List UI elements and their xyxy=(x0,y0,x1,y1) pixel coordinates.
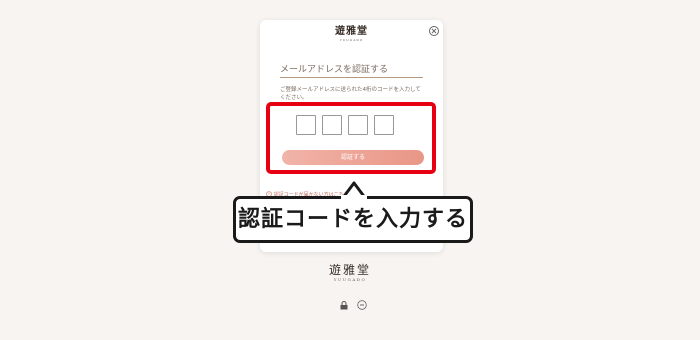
footer-logo-en: YUUGADO xyxy=(333,277,367,282)
callout-text: 認証コードを入力する xyxy=(237,207,468,232)
modal-description: ご登録メールアドレスに送られた4桁のコードを入力してください。 xyxy=(280,87,421,101)
modal-logo-jp: 遊雅堂 xyxy=(335,26,368,37)
age-18-icon xyxy=(357,300,367,310)
code-digit-4[interactable] xyxy=(374,115,394,135)
instruction-callout: 認証コードを入力する xyxy=(233,196,473,243)
verify-button[interactable]: 認証する xyxy=(282,150,424,165)
code-digit-3[interactable] xyxy=(348,115,368,135)
code-digit-1[interactable] xyxy=(296,115,316,135)
footer-logo: 遊雅堂 YUUGADO xyxy=(300,263,400,283)
footer-logo-jp: 遊雅堂 xyxy=(328,263,371,277)
footer-icons xyxy=(340,300,367,310)
lock-icon xyxy=(340,300,348,309)
close-button[interactable] xyxy=(429,26,439,36)
modal-logo: 遊雅堂 YUUGADO xyxy=(260,26,443,42)
close-icon xyxy=(431,28,437,34)
code-input-group xyxy=(296,115,406,135)
modal-title: メールアドレスを認証する xyxy=(280,62,423,78)
modal-logo-en: YUUGADO xyxy=(339,38,364,42)
code-digit-2[interactable] xyxy=(322,115,342,135)
callout-tail-cover xyxy=(341,195,367,201)
